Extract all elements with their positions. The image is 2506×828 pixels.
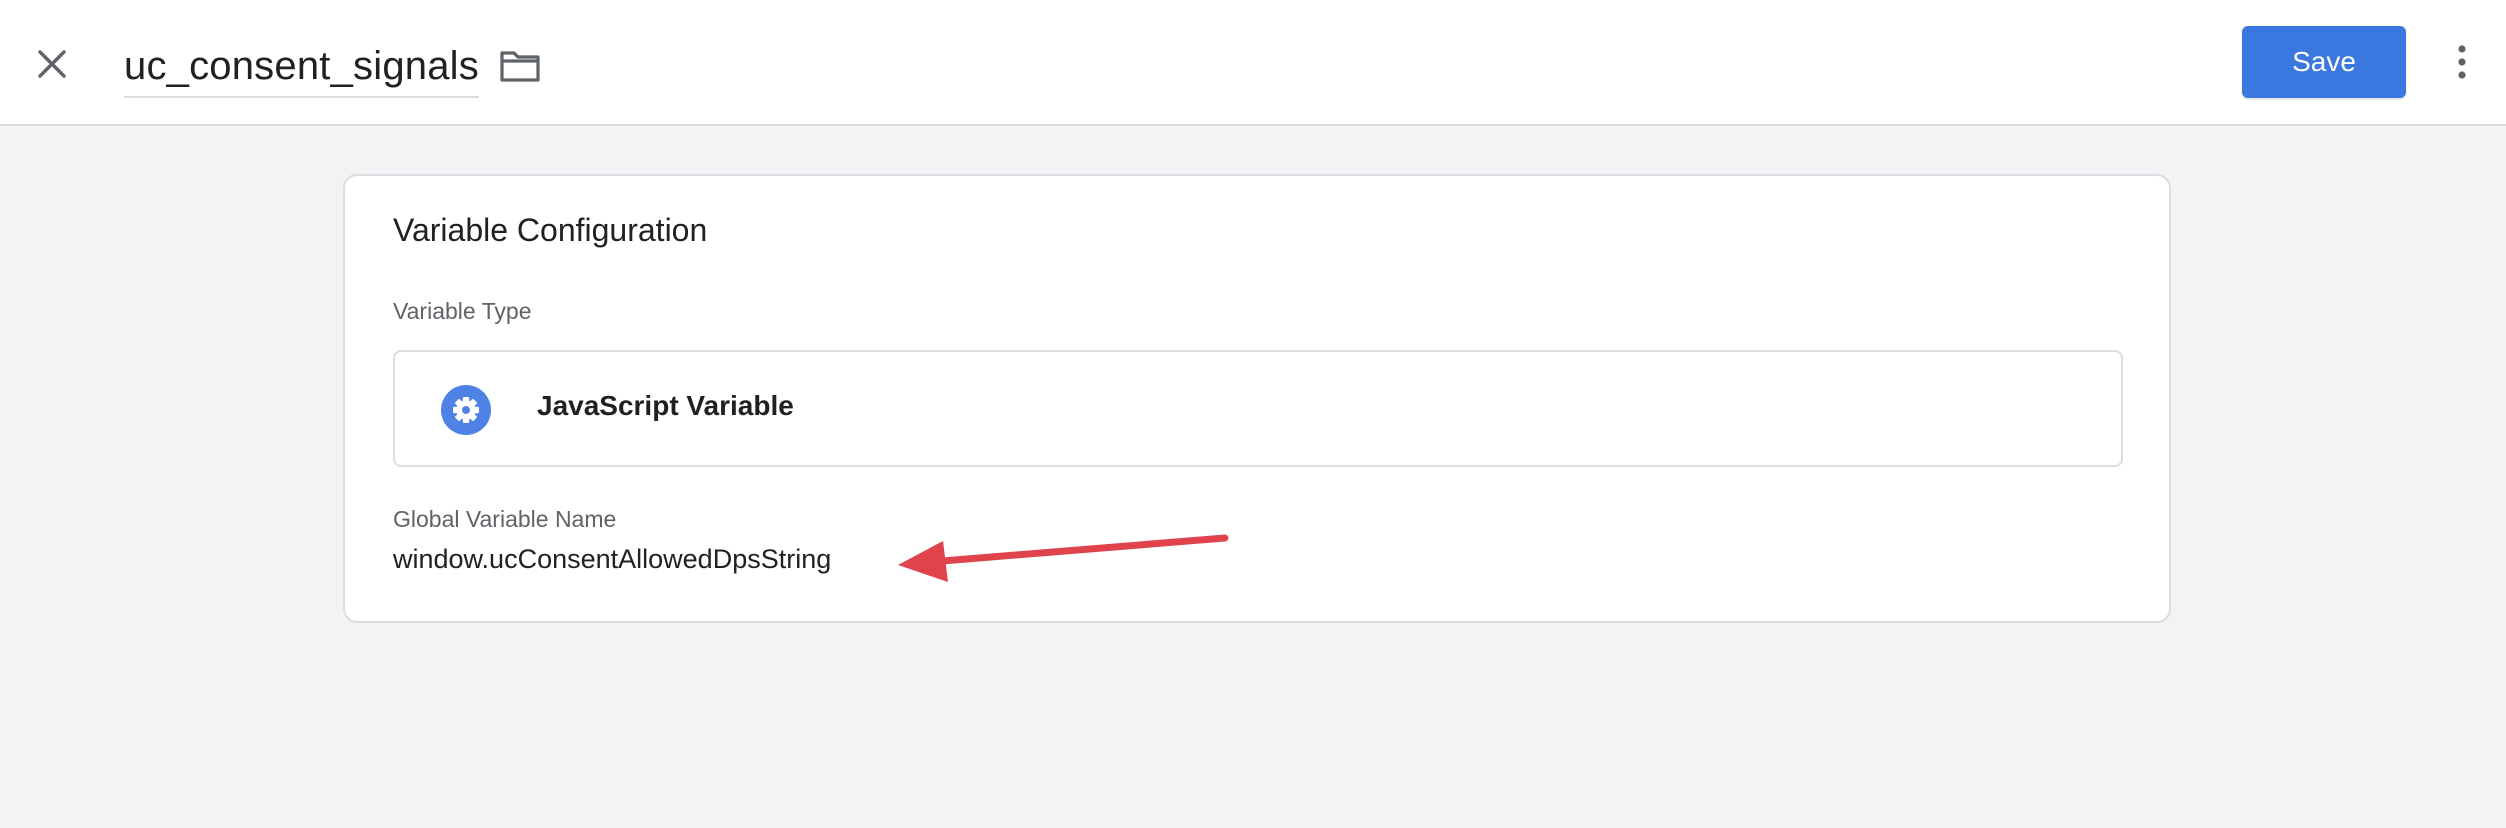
global-variable-name-label: Global Variable Name [393, 506, 617, 532]
variable-name-text: uc_consent_signals [124, 43, 479, 88]
more-options-button[interactable] [2438, 38, 2486, 86]
close-button[interactable] [28, 40, 76, 88]
variable-type-label: Variable Type [393, 298, 532, 324]
variable-configuration-card: Variable Configuration Variable Type Jav… [343, 174, 2171, 623]
variable-name-field[interactable]: uc_consent_signals [124, 36, 479, 98]
global-variable-name-value[interactable]: window.ucConsentAllowedDpsString [393, 544, 831, 575]
save-button[interactable]: Save [2242, 26, 2406, 98]
more-vert-icon [2458, 45, 2466, 79]
folder-button[interactable] [496, 42, 544, 90]
variable-type-name: JavaScript Variable [537, 390, 794, 421]
close-icon [38, 50, 66, 78]
card-title: Variable Configuration [393, 212, 708, 248]
top-app-bar: uc_consent_signals Save [0, 0, 2506, 126]
variable-type-selector[interactable]: JavaScript Variable [393, 350, 2123, 467]
gear-icon [441, 385, 491, 435]
folder-icon [500, 51, 540, 82]
